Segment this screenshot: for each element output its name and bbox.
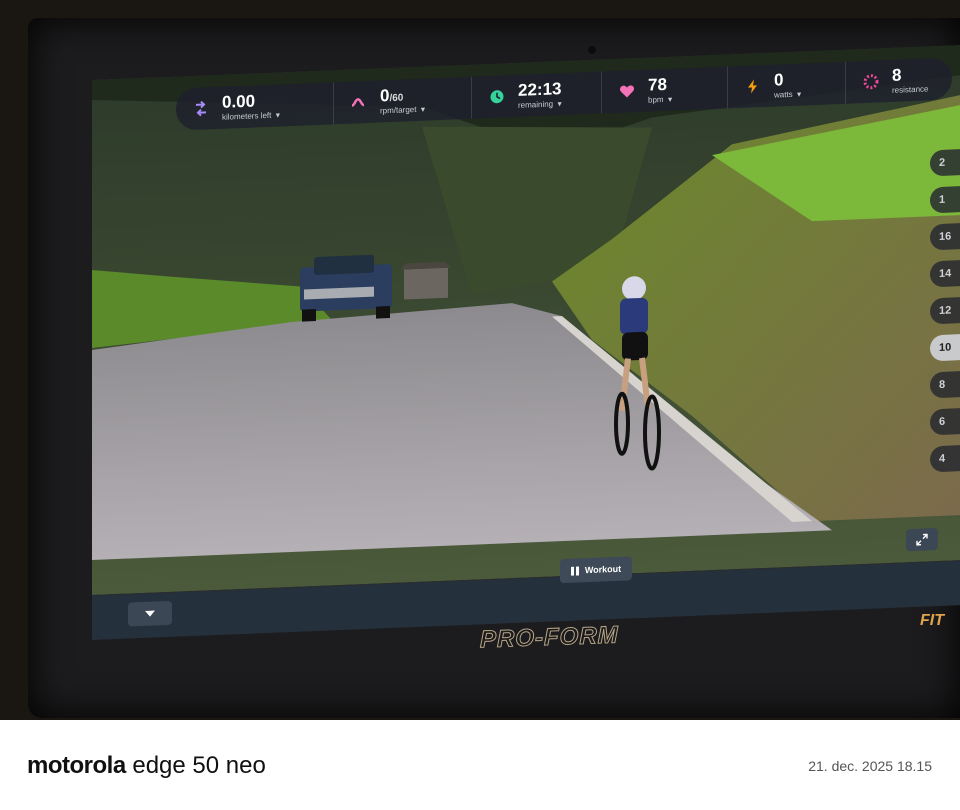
power-value: 0: [774, 70, 784, 90]
chevron-down-icon: ▼: [556, 101, 564, 109]
scale-level[interactable]: 12: [930, 296, 960, 325]
cadence-icon: [348, 91, 370, 114]
scale-level[interactable]: 14: [930, 259, 960, 288]
resistance-value: 8: [892, 65, 902, 85]
lightning-icon: [742, 75, 764, 98]
camera-model: edge 50 neo: [132, 752, 266, 779]
stat-heart-rate[interactable]: 78 bpm ▼: [602, 66, 728, 114]
scale-level-selected[interactable]: 10: [930, 333, 960, 362]
chevron-down-icon: ▼: [274, 112, 282, 120]
chevron-down-icon: [145, 610, 155, 617]
workout-label: Workout: [584, 563, 622, 576]
device-badge: FIT: [920, 612, 944, 629]
stat-resistance[interactable]: 8 resistance: [846, 57, 952, 103]
resistance-scale: 2 1 16 14 12 10 8 6 4: [930, 148, 960, 483]
chevron-down-icon: ▼: [666, 96, 674, 104]
resistance-icon: [860, 70, 882, 93]
collapse-button[interactable]: [128, 600, 172, 627]
scale-level[interactable]: 16: [930, 222, 960, 251]
workout-pause-button[interactable]: Workout: [560, 556, 632, 584]
cadence-label: rpm/target: [380, 104, 417, 116]
distance-label: kilometers left: [222, 110, 272, 122]
resistance-label: resistance: [892, 84, 929, 95]
stat-cadence[interactable]: 0/60 rpm/target ▼: [334, 76, 472, 125]
scale-level[interactable]: 6: [930, 407, 960, 436]
scale-level[interactable]: 1: [930, 185, 960, 214]
expand-icon: [916, 533, 928, 546]
chevron-down-icon: ▼: [419, 106, 427, 114]
cadence-target: /60: [389, 92, 404, 105]
stat-time[interactable]: 22:13 remaining ▼: [472, 71, 602, 119]
stat-power[interactable]: 0 watts ▼: [728, 61, 846, 109]
photo: 0.00 kilometers left▼ 0/60 rpm/target▼: [0, 0, 960, 720]
photo-timestamp: 21. dec. 2025 18.15: [808, 758, 932, 774]
scale-level[interactable]: 2: [930, 148, 960, 177]
camera-watermark: motorola edge 50 neo: [27, 752, 266, 780]
heart-icon: [616, 80, 638, 103]
distance-value: 0.00: [222, 91, 256, 112]
power-label: watts: [774, 89, 793, 100]
fullscreen-button[interactable]: [906, 528, 938, 552]
scale-level[interactable]: 4: [930, 444, 960, 473]
camera-icon: [588, 46, 596, 54]
scale-level[interactable]: 8: [930, 370, 960, 399]
clock-icon: [486, 85, 508, 108]
chevron-down-icon: ▼: [795, 91, 803, 99]
stat-distance[interactable]: 0.00 kilometers left ▼: [176, 82, 334, 131]
heart-rate-label: bpm: [648, 95, 664, 105]
time-value: 22:13: [518, 79, 562, 100]
console-screen: 0.00 kilometers left▼ 0/60 rpm/target▼: [92, 45, 960, 641]
camera-brand: motorola: [27, 752, 126, 779]
pause-icon: [570, 565, 579, 576]
heart-rate-value: 78: [648, 74, 667, 95]
device-brand-logo: PRO-FORM: [480, 621, 620, 654]
route-icon: [190, 97, 212, 120]
time-label: remaining: [518, 99, 554, 110]
